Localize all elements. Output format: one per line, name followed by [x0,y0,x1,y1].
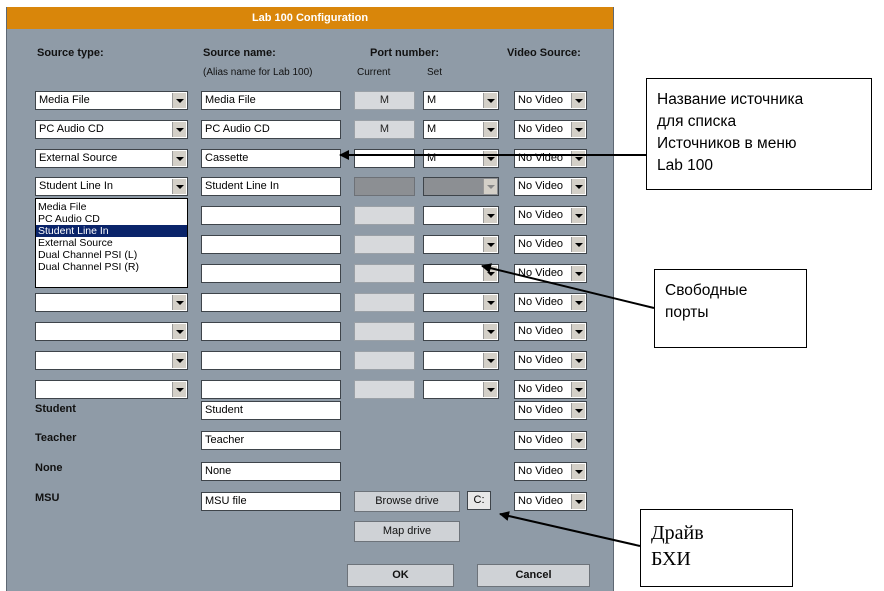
free-ports-arrow [481,263,655,309]
callout-arrows [339,150,655,547]
drive-arrow [499,511,641,547]
